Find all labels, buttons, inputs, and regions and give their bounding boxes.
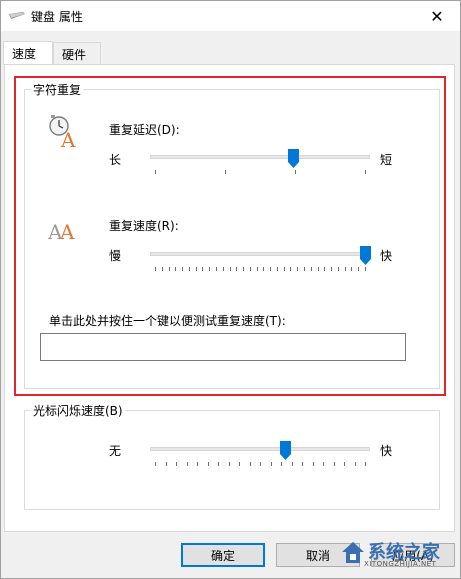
slider-tick bbox=[302, 462, 303, 466]
title-bar: 键盘 属性 ✕ bbox=[1, 1, 460, 31]
keyboard-properties-window: 键盘 属性 ✕ 速度 硬件 字符重复 A 重复延迟(D): 长 短 A A 重复… bbox=[0, 0, 461, 579]
watermark-logo: 系统之家 XITONGZHIJIA.NET bbox=[338, 536, 456, 576]
slider-tick bbox=[155, 462, 156, 466]
slider-tick bbox=[323, 462, 324, 466]
slider-tick bbox=[239, 462, 240, 466]
window-title: 键盘 属性 bbox=[31, 10, 83, 24]
cursor-blink-group: 光标闪烁速度(B) bbox=[24, 402, 440, 510]
ok-button[interactable]: 确定 bbox=[181, 543, 265, 567]
slider-tick bbox=[270, 462, 272, 466]
slider-tick bbox=[312, 462, 314, 466]
slider-tick bbox=[218, 462, 219, 466]
cursor-blink-ticks bbox=[155, 462, 366, 468]
tab-hardware[interactable]: 硬件 bbox=[53, 42, 101, 64]
slider-tick bbox=[344, 462, 345, 466]
slider-tick bbox=[165, 462, 167, 466]
slider-tick bbox=[176, 462, 177, 466]
watermark-sub-text: XITONGZHIJIA.NET bbox=[364, 560, 437, 568]
keyboard-icon bbox=[9, 12, 25, 19]
speed-tab-panel: 字符重复 A 重复延迟(D): 长 短 A A 重复速度(R): 慢 快 单击此… bbox=[4, 64, 455, 532]
tab-speed[interactable]: 速度 bbox=[3, 41, 53, 65]
cursor-blink-none-label: 无 bbox=[109, 444, 122, 458]
ok-button-label: 确定 bbox=[210, 548, 235, 563]
slider-tick bbox=[249, 462, 251, 466]
slider-tick bbox=[354, 462, 356, 466]
house-logo-icon bbox=[342, 542, 364, 563]
tab-speed-label: 速度 bbox=[12, 47, 37, 61]
slider-tick bbox=[291, 462, 293, 466]
close-icon: ✕ bbox=[430, 6, 444, 26]
cursor-blink-fast-label: 快 bbox=[380, 444, 393, 458]
tab-hardware-label: 硬件 bbox=[62, 48, 87, 62]
slider-tick bbox=[281, 462, 282, 466]
slider-tick bbox=[186, 462, 188, 466]
cancel-button-label: 取消 bbox=[305, 548, 330, 563]
slider-tick bbox=[207, 462, 209, 466]
slider-tick bbox=[228, 462, 230, 466]
slider-tick bbox=[365, 462, 366, 466]
highlight-box bbox=[14, 76, 446, 396]
slider-tick bbox=[260, 462, 261, 466]
cursor-blink-slider-track[interactable] bbox=[150, 447, 370, 451]
close-button[interactable]: ✕ bbox=[414, 1, 460, 31]
cursor-blink-group-label: 光标闪烁速度(B) bbox=[31, 402, 125, 419]
cursor-blink-slider-thumb[interactable] bbox=[279, 441, 291, 460]
slider-tick bbox=[333, 462, 335, 466]
slider-tick bbox=[197, 462, 198, 466]
